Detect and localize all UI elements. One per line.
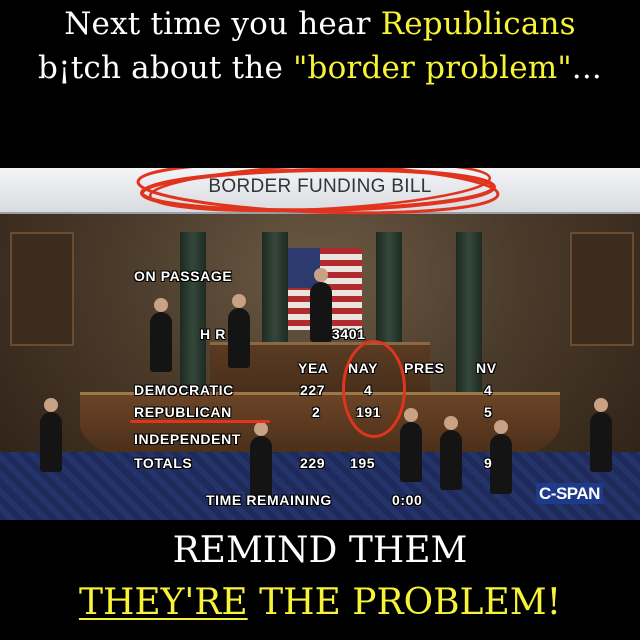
wall-panel	[570, 232, 634, 346]
person	[228, 294, 250, 368]
top-caption-line-2: b¡tch about the "border problem"...	[0, 50, 640, 86]
time-remaining-label: TIME REMAINING	[206, 492, 332, 508]
top-caption-text: b¡tch about the	[38, 50, 294, 86]
nay-circle-annotation	[342, 340, 406, 438]
wall-panel	[10, 232, 74, 346]
flag-canton	[288, 248, 320, 288]
top-caption-ellipsis: ...	[571, 50, 602, 86]
person	[150, 298, 172, 372]
person	[40, 398, 62, 472]
top-caption-line-1: Next time you hear Republicans	[0, 6, 640, 42]
bill-number: 3401	[332, 326, 366, 342]
header-yea: YEA	[298, 360, 329, 376]
person	[490, 420, 512, 494]
highlight-republicans: Republicans	[380, 6, 576, 42]
highlight-border-problem: "border problem"	[293, 50, 572, 86]
cspan-logo: C-SPAN	[536, 483, 603, 504]
row-label-democratic: DEMOCRATIC	[134, 382, 234, 398]
bill-title: BORDER FUNDING BILL	[208, 176, 432, 197]
underlined-theyre: THEY'RE	[78, 582, 248, 623]
person	[590, 398, 612, 472]
bottom-caption-line-2: THEY'RE THE PROBLEM!	[0, 582, 640, 623]
totals-yea: 229	[300, 455, 326, 471]
republican-underline-annotation	[130, 420, 270, 423]
row-label-republican: REPUBLICAN	[134, 404, 232, 420]
bottom-caption-line-1: REMIND THEM	[172, 530, 468, 571]
democratic-yea: 227	[300, 382, 326, 398]
republican-nv: 5	[484, 404, 493, 420]
time-remaining-value: 0:00	[392, 492, 423, 508]
row-label-totals: TOTALS	[134, 455, 193, 471]
header-nv: NV	[476, 360, 497, 376]
republican-yea: 2	[312, 404, 321, 420]
row-label-independent: INDEPENDENT	[134, 431, 241, 447]
democratic-nv: 4	[484, 382, 493, 398]
person	[440, 416, 462, 490]
person	[310, 268, 332, 342]
bill-title-banner: BORDER FUNDING BILL	[0, 168, 640, 214]
meme-image: Next time you hear Republicans b¡tch abo…	[0, 0, 640, 640]
totals-nv: 9	[484, 455, 493, 471]
totals-nay: 195	[350, 455, 376, 471]
on-passage-label: ON PASSAGE	[134, 268, 233, 284]
person	[250, 422, 272, 496]
bottom-caption-rest: THE PROBLEM!	[247, 582, 562, 623]
header-pres: PRES	[404, 360, 445, 376]
top-caption-text: Next time you hear	[64, 6, 381, 42]
person	[400, 408, 422, 482]
bill-prefix: H R	[200, 326, 226, 342]
